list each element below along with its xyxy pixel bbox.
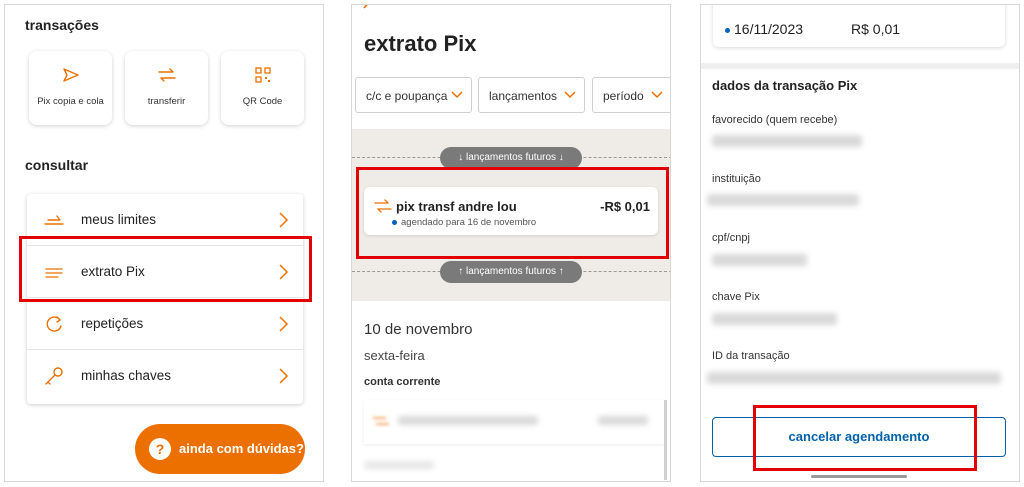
quick-action-transfer[interactable]: transferir	[125, 51, 208, 125]
arrow-down-icon: ↓	[556, 152, 564, 163]
menu-item-repetitions[interactable]: repetições	[27, 298, 303, 350]
chevron-right-icon	[279, 212, 289, 228]
section-title-transactions: transações	[25, 17, 99, 33]
menu-item-label: minhas chaves	[81, 368, 172, 383]
scheduled-date: 16/11/2023	[725, 21, 803, 37]
field-label-recipient: favorecido (quem recebe)	[712, 114, 838, 126]
redacted-pix-key	[712, 313, 837, 325]
transfer-icon	[157, 68, 176, 82]
blurred-transaction-row[interactable]	[364, 400, 664, 444]
chevron-down-icon	[564, 91, 576, 99]
page-title: extrato Pix	[364, 31, 477, 56]
redacted-text	[398, 416, 538, 425]
chevron-down-icon	[451, 91, 463, 99]
date-heading: 10 de novembro	[364, 321, 473, 338]
filter-account[interactable]: c/c e poupança	[355, 77, 472, 113]
menu-item-label: repetições	[81, 316, 144, 331]
send-icon	[62, 68, 79, 82]
highlight-box	[753, 405, 977, 471]
question-mark-icon: ?	[149, 438, 171, 460]
repeat-icon	[46, 316, 62, 332]
key-icon	[45, 367, 63, 385]
filter-entries[interactable]: lançamentos	[478, 77, 585, 113]
pix-menu-panel: transações Pix copia e cola transferir Q…	[4, 4, 324, 482]
limits-icon	[44, 215, 64, 225]
pix-statement-panel: extrato Pix c/c e poupança lançamentos p…	[351, 4, 671, 482]
highlight-box	[356, 167, 669, 259]
weekday-label: sexta-feira	[364, 348, 425, 363]
pill-label: lançamentos futuros	[465, 266, 557, 277]
section-title-consult: consultar	[25, 157, 89, 173]
quick-action-label: transferir	[147, 96, 186, 107]
future-entries-toggle-top[interactable]: ↓ lançamentos futuros ↓	[440, 147, 582, 169]
help-button[interactable]: ? ainda com dúvidas?	[135, 424, 305, 474]
help-button-label: ainda com dúvidas?	[179, 441, 304, 456]
section-separator	[701, 63, 1019, 69]
filter-label: período	[603, 89, 644, 103]
chevron-right-icon	[279, 368, 289, 384]
quick-action-label: Pix copia e cola	[37, 96, 104, 107]
future-entries-toggle-bottom[interactable]: ↑ lançamentos futuros ↑	[440, 261, 582, 283]
transfer-icon	[373, 417, 389, 425]
screenshot-stage: transações Pix copia e cola transferir Q…	[0, 0, 1024, 487]
filter-label: c/c e poupança	[366, 89, 448, 103]
arrow-up-icon: ↑	[556, 266, 564, 277]
arrow-down-icon: ↓	[458, 152, 466, 163]
filter-period[interactable]: período	[592, 77, 670, 113]
menu-item-label: meus limites	[81, 212, 157, 227]
filter-label: lançamentos	[489, 89, 558, 103]
pix-transaction-details-panel: 16/11/2023 R$ 0,01 dados da transação Pi…	[700, 4, 1020, 482]
account-label: conta corrente	[364, 376, 441, 388]
arrow-up-icon: ↑	[458, 266, 466, 277]
qr-code-icon	[254, 67, 271, 83]
chevron-right-icon	[279, 316, 289, 332]
back-arrow-icon[interactable]	[360, 4, 374, 15]
redacted-text	[364, 461, 434, 469]
field-label-pix-key: chave Pix	[712, 291, 760, 303]
quick-action-qr-code[interactable]: QR Code	[221, 51, 304, 125]
redacted-value	[598, 416, 648, 425]
scrollbar[interactable]	[664, 400, 667, 480]
chevron-down-icon	[651, 91, 663, 99]
section-title: dados da transação Pix	[712, 78, 858, 93]
field-label-transaction-id: ID da transação	[712, 350, 790, 362]
home-indicator	[811, 475, 907, 478]
pill-label: lançamentos futuros	[465, 152, 557, 163]
field-label-cpf-cnpj: cpf/cnpj	[712, 232, 750, 244]
redacted-institution	[707, 194, 859, 206]
field-label-institution: instituição	[712, 173, 761, 185]
redacted-cpf-cnpj	[712, 254, 807, 266]
scheduled-summary-card: 16/11/2023 R$ 0,01	[713, 5, 1005, 47]
quick-action-pix-copy-paste[interactable]: Pix copia e cola	[29, 51, 112, 125]
status-dot	[725, 27, 730, 33]
highlight-box	[19, 236, 312, 302]
menu-item-my-keys[interactable]: minhas chaves	[27, 350, 303, 402]
redacted-transaction-id	[707, 372, 1001, 384]
quick-action-label: QR Code	[242, 96, 283, 107]
scheduled-value: R$ 0,01	[851, 21, 901, 37]
redacted-recipient	[712, 135, 862, 147]
